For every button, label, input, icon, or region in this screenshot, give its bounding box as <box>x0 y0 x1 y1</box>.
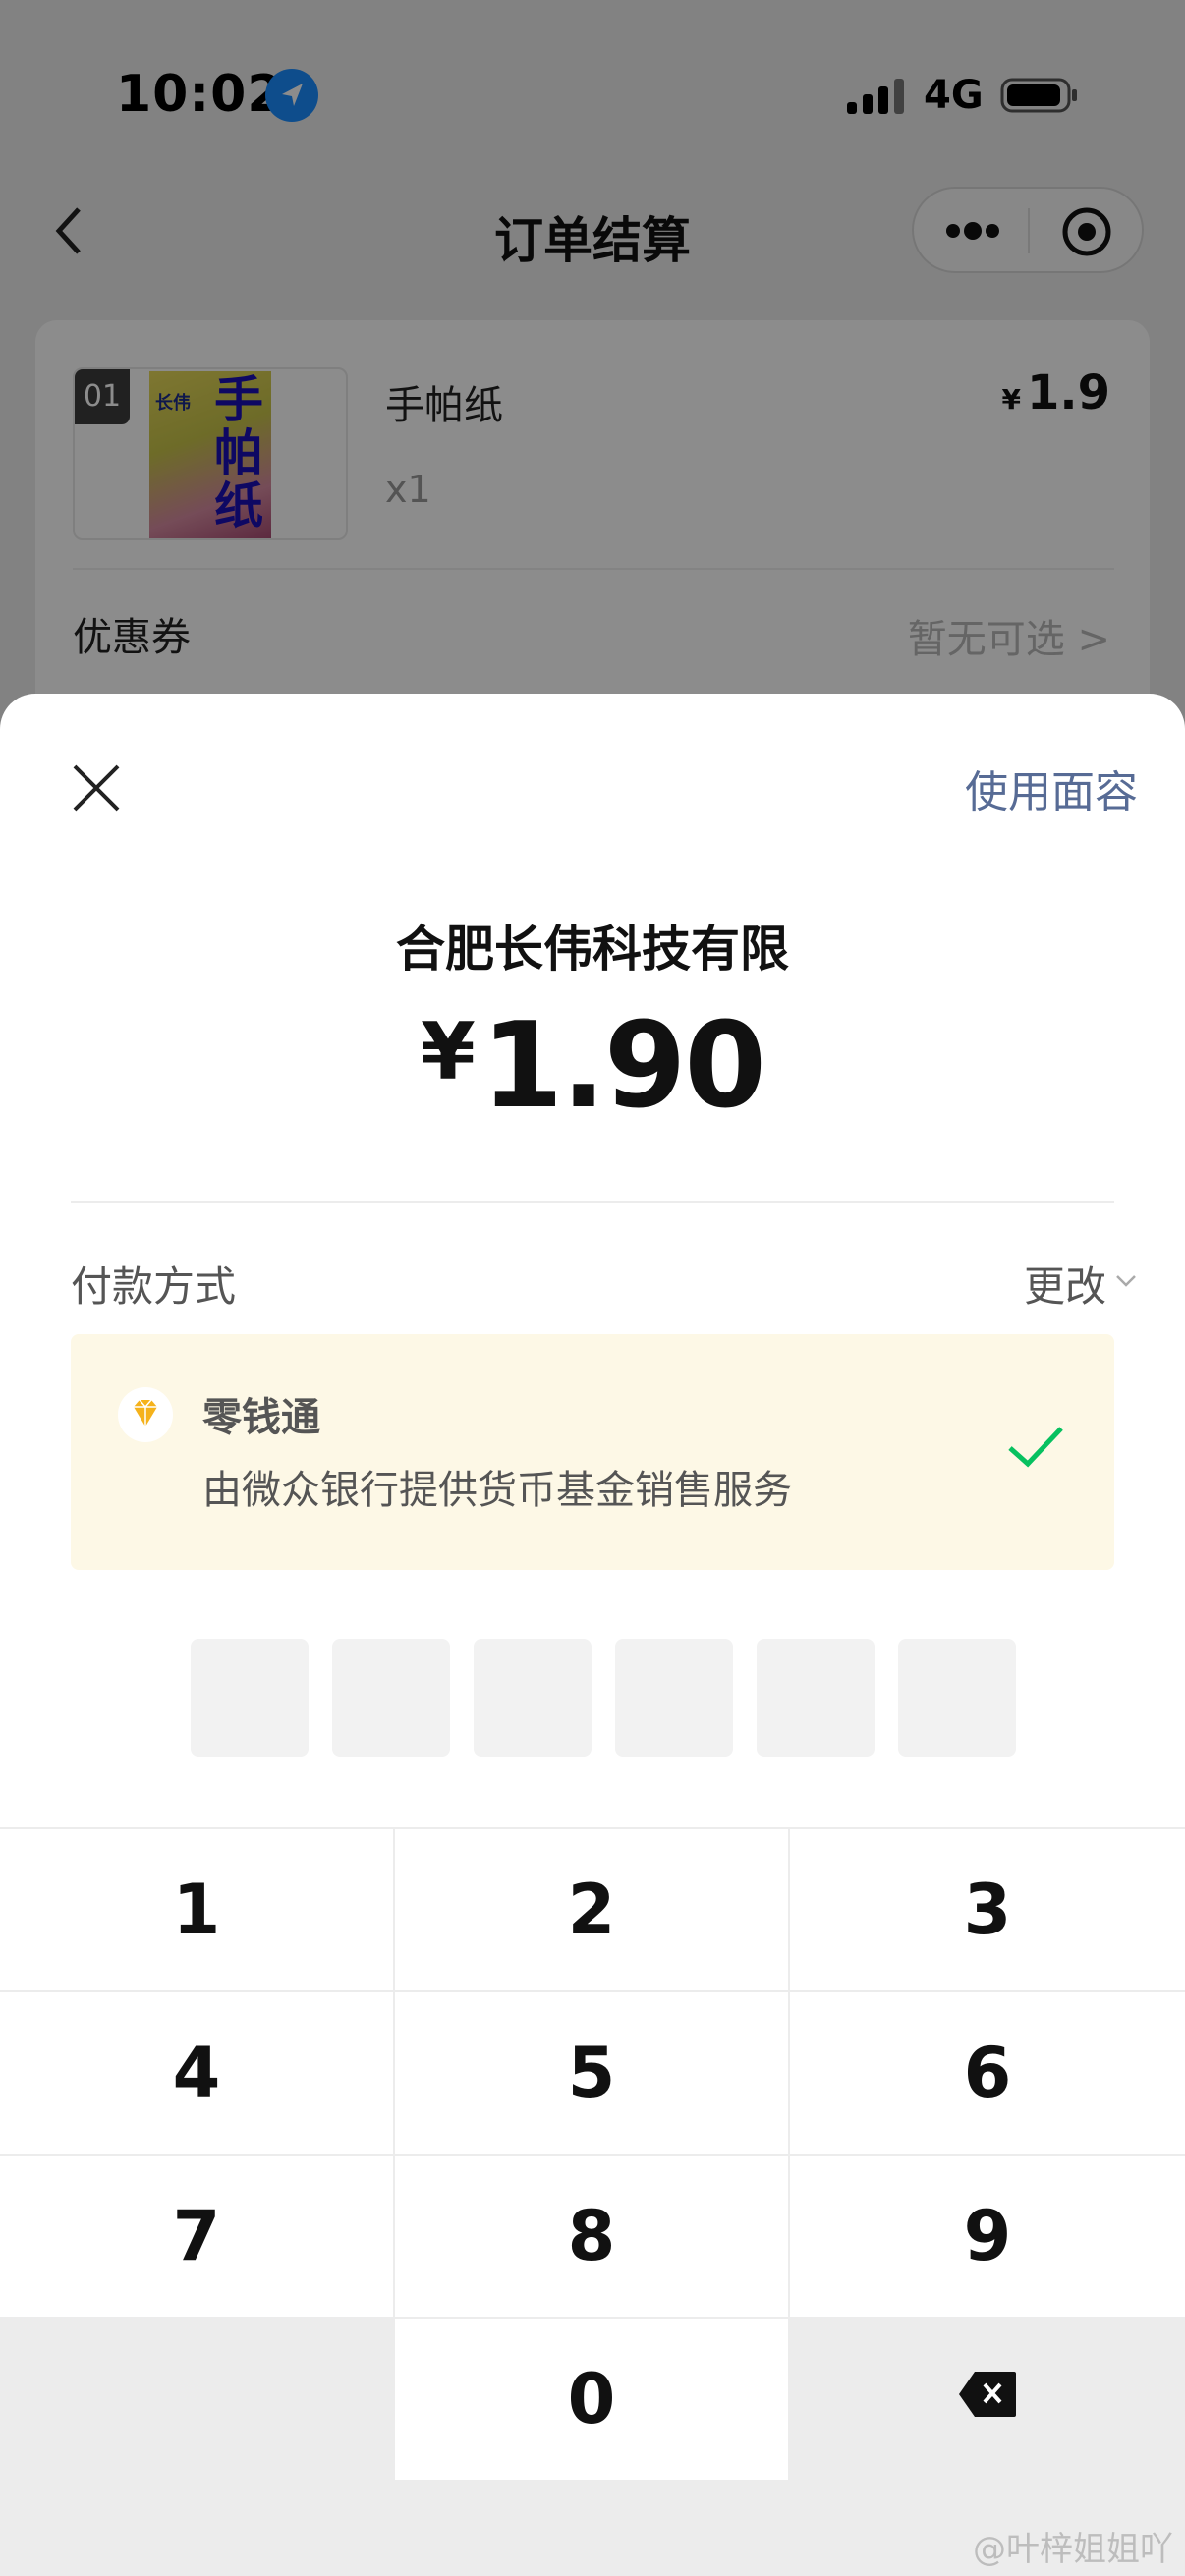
payment-sheet: 使用面容 合肥长伟科技有限 ¥1.90 付款方式 更改 零钱通 由微众银行提供货… <box>0 694 1185 2576</box>
key-7[interactable]: 7 <box>0 2156 393 2317</box>
diamond-icon <box>118 1387 173 1442</box>
key-empty <box>0 2319 393 2480</box>
key-9[interactable]: 9 <box>790 2156 1185 2317</box>
chevron-down-icon[interactable] <box>1114 1269 1138 1293</box>
key-3[interactable]: 3 <box>790 1829 1185 1990</box>
payment-method-card[interactable]: 零钱通 由微众银行提供货币基金销售服务 <box>71 1334 1114 1570</box>
pin-box <box>615 1639 733 1757</box>
key-0[interactable]: 0 <box>395 2319 788 2480</box>
password-input[interactable] <box>191 1639 1016 1757</box>
backspace-key[interactable] <box>790 2319 1185 2480</box>
pin-box <box>898 1639 1016 1757</box>
close-icon[interactable] <box>71 762 122 813</box>
payment-method-label: 付款方式 <box>71 1262 237 1311</box>
method-description: 由微众银行提供货币基金销售服务 <box>202 1468 792 1513</box>
key-6[interactable]: 6 <box>790 1992 1185 2154</box>
watermark: @叶梓姐姐吖 <box>973 2530 1173 2569</box>
change-method-button[interactable]: 更改 <box>1024 1254 1106 1314</box>
pin-box <box>332 1639 450 1757</box>
number-keypad: 1 2 3 4 5 6 7 8 9 0 <box>0 1827 1185 2576</box>
use-face-id-button[interactable]: 使用面容 <box>965 756 1138 819</box>
key-5[interactable]: 5 <box>395 1992 788 2154</box>
modal-overlay[interactable] <box>0 0 1185 747</box>
backspace-icon <box>959 2372 1016 2417</box>
pin-box <box>474 1639 592 1757</box>
merchant-name: 合肥长伟科技有限 <box>396 921 789 978</box>
key-8[interactable]: 8 <box>395 2156 788 2317</box>
pin-box <box>757 1639 875 1757</box>
pin-box <box>191 1639 309 1757</box>
checkmark-icon <box>1008 1427 1063 1468</box>
key-2[interactable]: 2 <box>395 1829 788 1990</box>
key-4[interactable]: 4 <box>0 1992 393 2154</box>
key-1[interactable]: 1 <box>0 1829 393 1990</box>
method-title: 零钱通 <box>202 1395 320 1440</box>
payment-amount: ¥1.90 <box>421 998 766 1135</box>
